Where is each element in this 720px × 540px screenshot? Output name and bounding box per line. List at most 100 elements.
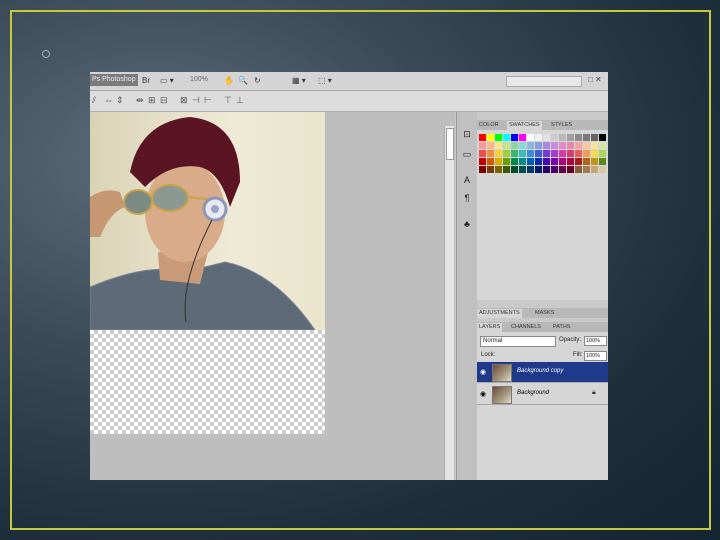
eye-icon[interactable]: ◉: [480, 390, 486, 398]
color-swatch[interactable]: [511, 142, 518, 149]
color-swatch[interactable]: [479, 142, 486, 149]
auto-align-icon[interactable]: ⊥: [236, 95, 244, 106]
color-swatch[interactable]: [551, 150, 558, 157]
color-swatch[interactable]: [583, 150, 590, 157]
color-swatch[interactable]: [495, 150, 502, 157]
align-icon[interactable]: ⇕: [116, 95, 124, 106]
color-swatch[interactable]: [591, 158, 598, 165]
photo-layer[interactable]: [90, 112, 325, 330]
distribute-icon[interactable]: ⊠: [180, 95, 188, 106]
color-swatch[interactable]: [535, 158, 542, 165]
color-swatch[interactable]: [487, 166, 494, 173]
color-swatch[interactable]: [543, 142, 550, 149]
color-swatch[interactable]: [559, 150, 566, 157]
color-swatch[interactable]: [519, 166, 526, 173]
color-swatch[interactable]: [583, 158, 590, 165]
color-swatch[interactable]: [503, 150, 510, 157]
color-swatch[interactable]: [559, 166, 566, 173]
eye-icon[interactable]: ◉: [480, 368, 486, 376]
color-swatch[interactable]: [495, 142, 502, 149]
color-swatch[interactable]: [511, 150, 518, 157]
layer-row[interactable]: ◉ Background 🔒︎: [477, 384, 608, 405]
color-swatch[interactable]: [599, 142, 606, 149]
color-swatch[interactable]: [591, 150, 598, 157]
color-swatch[interactable]: [575, 158, 582, 165]
color-swatch[interactable]: [583, 142, 590, 149]
tab-paths[interactable]: PATHS: [551, 323, 573, 332]
distribute-icon[interactable]: ⇹: [136, 95, 144, 106]
screen-mode-switch-icon[interactable]: ⬚ ▾: [318, 75, 332, 87]
color-swatch[interactable]: [551, 134, 558, 141]
color-swatch[interactable]: [511, 134, 518, 141]
color-swatch[interactable]: [527, 158, 534, 165]
color-picker-icon[interactable]: ⊡: [461, 128, 473, 140]
arrange-documents-icon[interactable]: ▦ ▾: [292, 75, 306, 87]
auto-align-icon[interactable]: ⊤: [224, 95, 232, 106]
distribute-icon[interactable]: ⊞: [148, 95, 156, 106]
search-input[interactable]: [506, 76, 582, 87]
navigator-icon[interactable]: ▭: [461, 148, 473, 160]
color-swatch[interactable]: [551, 158, 558, 165]
color-swatch[interactable]: [591, 142, 598, 149]
color-swatch[interactable]: [479, 166, 486, 173]
tab-masks[interactable]: MASKS: [533, 309, 556, 318]
color-swatch[interactable]: [511, 158, 518, 165]
color-swatch[interactable]: [543, 158, 550, 165]
color-swatch[interactable]: [567, 166, 574, 173]
color-swatch[interactable]: [543, 150, 550, 157]
tab-layers[interactable]: LAYERS: [477, 323, 503, 332]
color-swatch[interactable]: [551, 166, 558, 173]
color-swatch[interactable]: [567, 150, 574, 157]
color-swatch[interactable]: [495, 166, 502, 173]
rotate-view-icon[interactable]: ↻: [254, 75, 261, 87]
color-swatch[interactable]: [567, 134, 574, 141]
window-buttons[interactable]: □ ✕: [588, 75, 602, 84]
opacity-field[interactable]: 100%: [584, 336, 607, 346]
color-swatch[interactable]: [583, 166, 590, 173]
tab-styles[interactable]: STYLES: [549, 121, 574, 130]
color-swatch[interactable]: [575, 150, 582, 157]
color-swatch[interactable]: [591, 134, 598, 141]
tab-swatches[interactable]: SWATCHES: [507, 121, 542, 130]
color-swatch[interactable]: [503, 166, 510, 173]
color-swatch[interactable]: [519, 150, 526, 157]
vertical-scrollbar[interactable]: [444, 126, 454, 480]
color-swatch[interactable]: [503, 142, 510, 149]
screen-mode-icon[interactable]: ▭ ▾: [160, 75, 174, 87]
color-swatch[interactable]: [527, 150, 534, 157]
distribute-icon[interactable]: ⊢: [204, 95, 212, 106]
distribute-icon[interactable]: ⊟: [160, 95, 168, 106]
paragraph-icon[interactable]: ¶: [461, 192, 473, 204]
color-swatch[interactable]: [535, 150, 542, 157]
hand-tool-icon[interactable]: ✋: [224, 75, 234, 87]
color-swatch[interactable]: [487, 150, 494, 157]
color-swatch[interactable]: [487, 158, 494, 165]
tab-channels[interactable]: CHANNELS: [509, 323, 543, 332]
zoom-level[interactable]: 100%: [190, 76, 208, 83]
color-swatch[interactable]: [519, 142, 526, 149]
color-swatch[interactable]: [543, 134, 550, 141]
color-swatch[interactable]: [575, 166, 582, 173]
color-swatch[interactable]: [487, 142, 494, 149]
tab-adjustments[interactable]: ADJUSTMENTS: [477, 309, 522, 318]
color-swatch[interactable]: [511, 166, 518, 173]
color-swatch[interactable]: [479, 150, 486, 157]
color-swatch[interactable]: [559, 158, 566, 165]
color-swatch[interactable]: [535, 142, 542, 149]
zoom-tool-icon[interactable]: 🔍: [238, 75, 248, 87]
color-swatch[interactable]: [559, 134, 566, 141]
character-icon[interactable]: A: [461, 174, 473, 186]
align-icon[interactable]: ⫽: [92, 95, 96, 106]
fill-field[interactable]: 100%: [584, 351, 607, 361]
color-swatch[interactable]: [503, 158, 510, 165]
color-swatch[interactable]: [519, 134, 526, 141]
color-swatch[interactable]: [559, 142, 566, 149]
tab-color[interactable]: COLOR: [477, 121, 501, 130]
color-swatch[interactable]: [495, 134, 502, 141]
color-swatch[interactable]: [527, 134, 534, 141]
color-swatch[interactable]: [527, 166, 534, 173]
color-swatch[interactable]: [503, 134, 510, 141]
color-swatch[interactable]: [535, 134, 542, 141]
scrollbar-thumb[interactable]: [446, 128, 454, 160]
color-swatch[interactable]: [479, 134, 486, 141]
